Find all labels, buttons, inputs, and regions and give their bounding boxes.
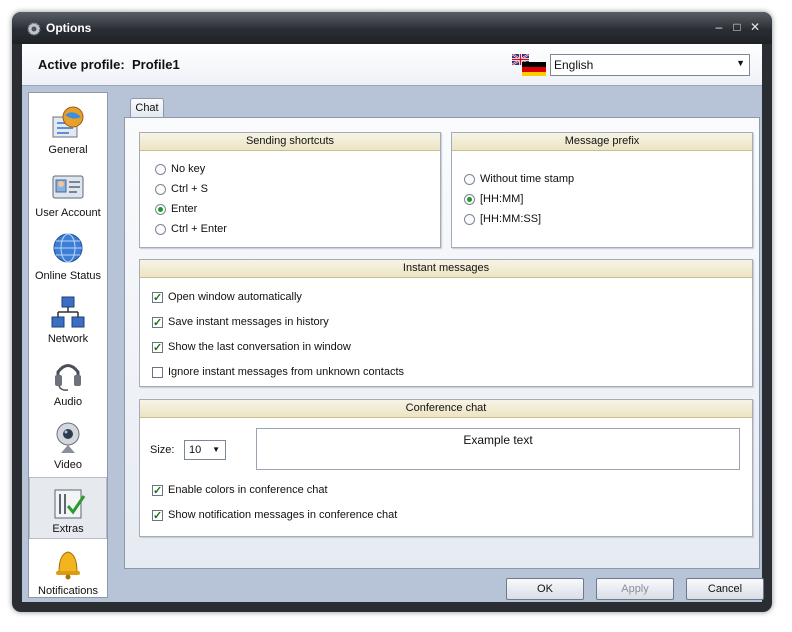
globe-doc-icon [52, 106, 84, 138]
radio-button [155, 224, 166, 235]
sidebar-item-label: Video [54, 459, 82, 471]
network-icon [51, 296, 85, 328]
headset-icon [55, 364, 81, 391]
radio-button [464, 174, 475, 185]
radio-label: Ctrl + S [171, 183, 208, 195]
checkbox-checked: ✓ [152, 342, 163, 354]
profile-bar: Active profile: Profile1 English ▼ [22, 44, 762, 86]
group-title: Conference chat [140, 400, 752, 418]
radio-button [155, 184, 166, 195]
checkbox-checked: ✓ [152, 292, 163, 304]
chevron-down-icon: ▼ [212, 445, 220, 454]
checkbox-checked: ✓ [152, 317, 163, 329]
sidebar: General User Account Online Status Netwo… [28, 92, 108, 598]
sidebar-item-network[interactable]: Network [29, 288, 107, 350]
cancel-button[interactable]: Cancel [686, 578, 764, 600]
sidebar-item-online-status[interactable]: Online Status [29, 225, 107, 287]
active-profile-name: Profile1 [132, 57, 180, 72]
checkbox-checked: ✓ [152, 485, 163, 497]
ok-button[interactable]: OK [506, 578, 584, 600]
radio-label: [HH:MM] [480, 193, 524, 205]
webcam-icon [56, 422, 80, 453]
radio-label: No key [171, 163, 206, 175]
apply-button[interactable]: Apply [596, 578, 674, 600]
active-profile-label: Active profile: [38, 57, 125, 72]
radio-button-selected [155, 204, 166, 215]
radio-label: Ctrl + Enter [171, 223, 227, 235]
sidebar-item-extras[interactable]: Extras [29, 477, 107, 539]
instant-messages-group: Instant messages ✓ Open window automatic… [139, 259, 753, 387]
sidebar-item-label: Audio [53, 396, 83, 408]
radio-button [155, 164, 166, 175]
language-select[interactable]: English ▼ [550, 54, 750, 76]
chevron-down-icon: ▼ [736, 58, 745, 68]
tab-page-chat: Sending shortcuts No key Ctrl + S Enter [124, 117, 760, 569]
checkbox-checked: ✓ [152, 510, 163, 522]
sidebar-item-label: General [48, 144, 88, 156]
group-title: Message prefix [452, 133, 752, 151]
sidebar-item-general[interactable]: General [29, 99, 107, 161]
conference-chat-group: Conference chat Size: 10 ▼ Example text … [139, 399, 753, 537]
radio-button [464, 214, 475, 225]
window-title: Options [46, 21, 92, 35]
flag-icon [512, 54, 546, 76]
options-window: Options – □ ✕ Active profile: Profile1 E… [12, 12, 772, 612]
sidebar-item-notifications[interactable]: Notifications [29, 540, 107, 602]
message-prefix-group: Message prefix Without time stamp [HH:MM… [451, 132, 753, 248]
checkbox-unchecked [152, 367, 163, 378]
checkbox-label: Show notification messages in conference… [168, 509, 398, 521]
font-size-value: 10 [189, 444, 202, 456]
font-size-select[interactable]: 10 ▼ [184, 440, 226, 460]
content-area: Chat Sending shortcuts No key Ctrl + S E… [118, 92, 760, 570]
sidebar-item-user-account[interactable]: User Account [29, 162, 107, 224]
example-text-preview: Example text [256, 428, 740, 470]
checkbox-label: Save instant messages in history [168, 316, 329, 328]
group-title: Instant messages [140, 260, 752, 278]
sidebar-item-label: Online Status [34, 270, 102, 282]
checkbox-label: Show the last conversation in window [168, 341, 351, 353]
sidebar-item-video[interactable]: Video [29, 414, 107, 476]
size-label: Size: [150, 444, 175, 456]
sending-shortcuts-group: Sending shortcuts No key Ctrl + S Enter [139, 132, 441, 248]
language-value: English [554, 58, 594, 72]
radio-label: Enter [171, 203, 198, 215]
sidebar-item-label: Network [47, 333, 89, 345]
radio-button-selected [464, 194, 475, 205]
maximize-button[interactable]: □ [730, 20, 744, 34]
sidebar-item-label: Extras [52, 523, 84, 535]
bell-icon [56, 551, 80, 580]
gear-icon [27, 22, 41, 36]
radio-label: Without time stamp [480, 173, 575, 185]
group-title: Sending shortcuts [140, 133, 440, 151]
globe-icon [53, 233, 83, 263]
tab-chat[interactable]: Chat [130, 98, 164, 118]
sidebar-item-audio[interactable]: Audio [29, 351, 107, 413]
checkbox-label: Ignore instant messages from unknown con… [168, 366, 405, 378]
radio-label: [HH:MM:SS] [480, 213, 542, 225]
id-card-icon [52, 175, 84, 199]
title-bar[interactable]: Options – □ ✕ [12, 12, 772, 44]
close-button[interactable]: ✕ [748, 20, 762, 34]
checkbox-label: Open window automatically [168, 291, 302, 303]
minimize-button[interactable]: – [712, 20, 726, 34]
checkbox-label: Enable colors in conference chat [168, 484, 328, 496]
sidebar-item-label: Notifications [38, 585, 98, 597]
sidebar-item-label: User Account [35, 207, 101, 219]
checklist-icon [54, 489, 86, 519]
window-client-area: Active profile: Profile1 English ▼ Gener… [22, 44, 764, 602]
